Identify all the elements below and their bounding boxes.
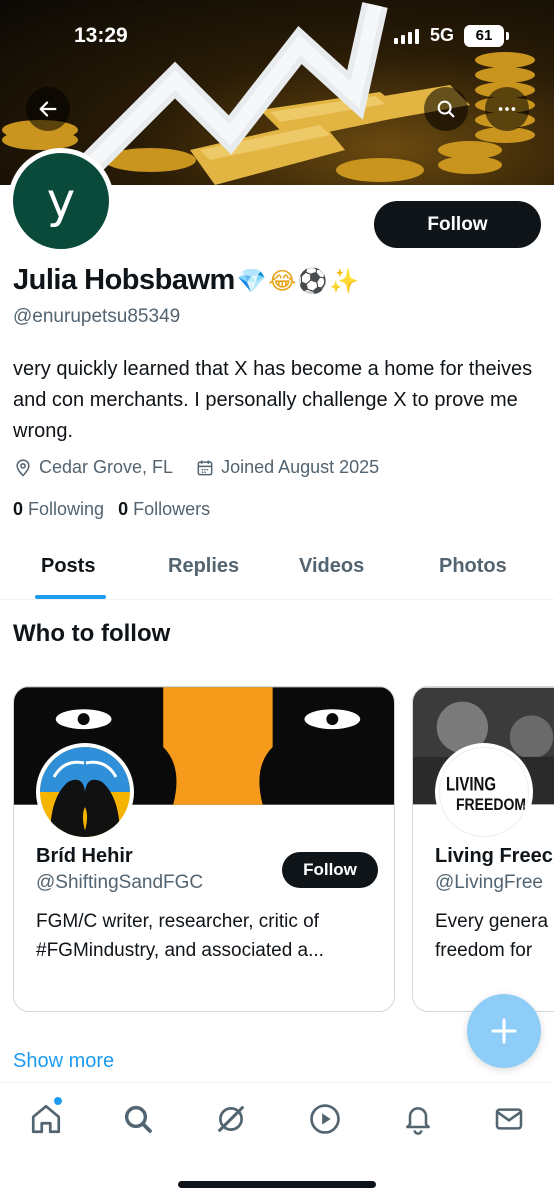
following-count: 0 xyxy=(13,499,24,519)
followers-count: 0 xyxy=(118,499,129,519)
calendar-icon xyxy=(197,460,213,475)
home-icon[interactable] xyxy=(28,1101,64,1137)
card-bio: FGM/C writer, researcher, critic of #FGM… xyxy=(36,911,324,961)
card-name[interactable]: Bríd Hehir xyxy=(36,845,133,868)
card-avatar-image xyxy=(40,747,130,837)
follow-counts: 0 Following 0 Followers xyxy=(13,499,210,520)
joined-text: Joined August 2025 xyxy=(221,457,380,477)
laughing-emoji: 😂 xyxy=(268,266,296,295)
profile-tabs: Posts Replies Videos Photos xyxy=(0,540,554,600)
bottom-navigation xyxy=(0,1082,554,1200)
card-name[interactable]: Living Freec xyxy=(435,845,553,868)
more-options-button[interactable] xyxy=(485,87,529,131)
suggestion-card[interactable]: LIVING FREEDOM anew Living Freec @Living… xyxy=(412,686,554,1012)
suggestion-card[interactable]: Bríd Hehir @ShiftingSandFGC Follow FGM/C… xyxy=(13,686,395,1012)
follow-button[interactable]: Follow xyxy=(374,201,541,248)
following-label: Following xyxy=(28,499,105,519)
followers-link[interactable]: 0 Followers xyxy=(118,499,210,520)
grok-icon[interactable] xyxy=(213,1101,249,1137)
card-handle: @LivingFree xyxy=(435,872,543,893)
tab-replies[interactable]: Replies xyxy=(168,555,239,578)
back-button[interactable] xyxy=(26,87,70,131)
location-pin-icon xyxy=(16,458,30,477)
avatar-letter: y xyxy=(13,153,109,249)
gem-emoji: 💎 xyxy=(236,266,267,295)
active-tab-indicator xyxy=(35,595,106,599)
card-follow-button[interactable]: Follow xyxy=(282,852,378,888)
arrow-left-icon xyxy=(39,101,57,117)
search-icon[interactable] xyxy=(120,1101,156,1137)
display-name-row: Julia Hobsbawm 💎 😂 ⚽ ✨ xyxy=(13,264,359,297)
sparkles-emoji: ✨ xyxy=(329,266,359,295)
living-freedom-logo: LIVING FREEDOM anew xyxy=(439,747,529,837)
more-dots-icon xyxy=(498,107,516,111)
video-icon[interactable] xyxy=(307,1101,343,1137)
battery-icon: 61 xyxy=(464,25,509,47)
display-name: Julia Hobsbawm xyxy=(13,264,235,296)
card-avatar[interactable]: LIVING FREEDOM anew xyxy=(435,743,533,841)
card-bio: Every genera freedom for xyxy=(435,911,549,961)
location-item: Cedar Grove, FL xyxy=(13,457,173,478)
compose-post-button[interactable] xyxy=(467,994,541,1068)
card-avatar[interactable] xyxy=(36,743,134,841)
tab-videos[interactable]: Videos xyxy=(299,555,364,578)
soccer-ball-emoji: ⚽ xyxy=(297,266,328,295)
profile-avatar[interactable]: y xyxy=(8,148,114,254)
joined-item: Joined August 2025 xyxy=(195,457,379,478)
notifications-icon[interactable] xyxy=(400,1101,436,1137)
show-more-link[interactable]: Show more xyxy=(13,1050,114,1073)
profile-handle: @enurupetsu85349 xyxy=(13,306,181,327)
card-handle: @ShiftingSandFGC xyxy=(36,872,204,893)
messages-icon[interactable] xyxy=(491,1101,527,1137)
tab-posts[interactable]: Posts xyxy=(41,555,95,578)
status-bar: 13:29 5G 61 xyxy=(0,22,554,52)
home-notification-dot xyxy=(54,1097,62,1105)
search-button[interactable] xyxy=(424,87,468,131)
following-link[interactable]: 0 Following xyxy=(13,499,104,520)
signal-icon xyxy=(394,28,419,44)
followers-label: Followers xyxy=(133,499,211,519)
network-type: 5G xyxy=(430,25,455,45)
tab-photos[interactable]: Photos xyxy=(439,555,507,578)
search-icon xyxy=(437,100,455,118)
who-to-follow-title: Who to follow xyxy=(13,620,171,647)
home-indicator xyxy=(178,1181,376,1188)
profile-bio: very quickly learned that X has become a… xyxy=(13,358,533,442)
plus-icon xyxy=(491,1018,517,1044)
status-time: 13:29 xyxy=(74,24,128,47)
profile-meta: Cedar Grove, FL Joined August 2025 xyxy=(13,457,401,478)
location-text: Cedar Grove, FL xyxy=(39,457,174,477)
